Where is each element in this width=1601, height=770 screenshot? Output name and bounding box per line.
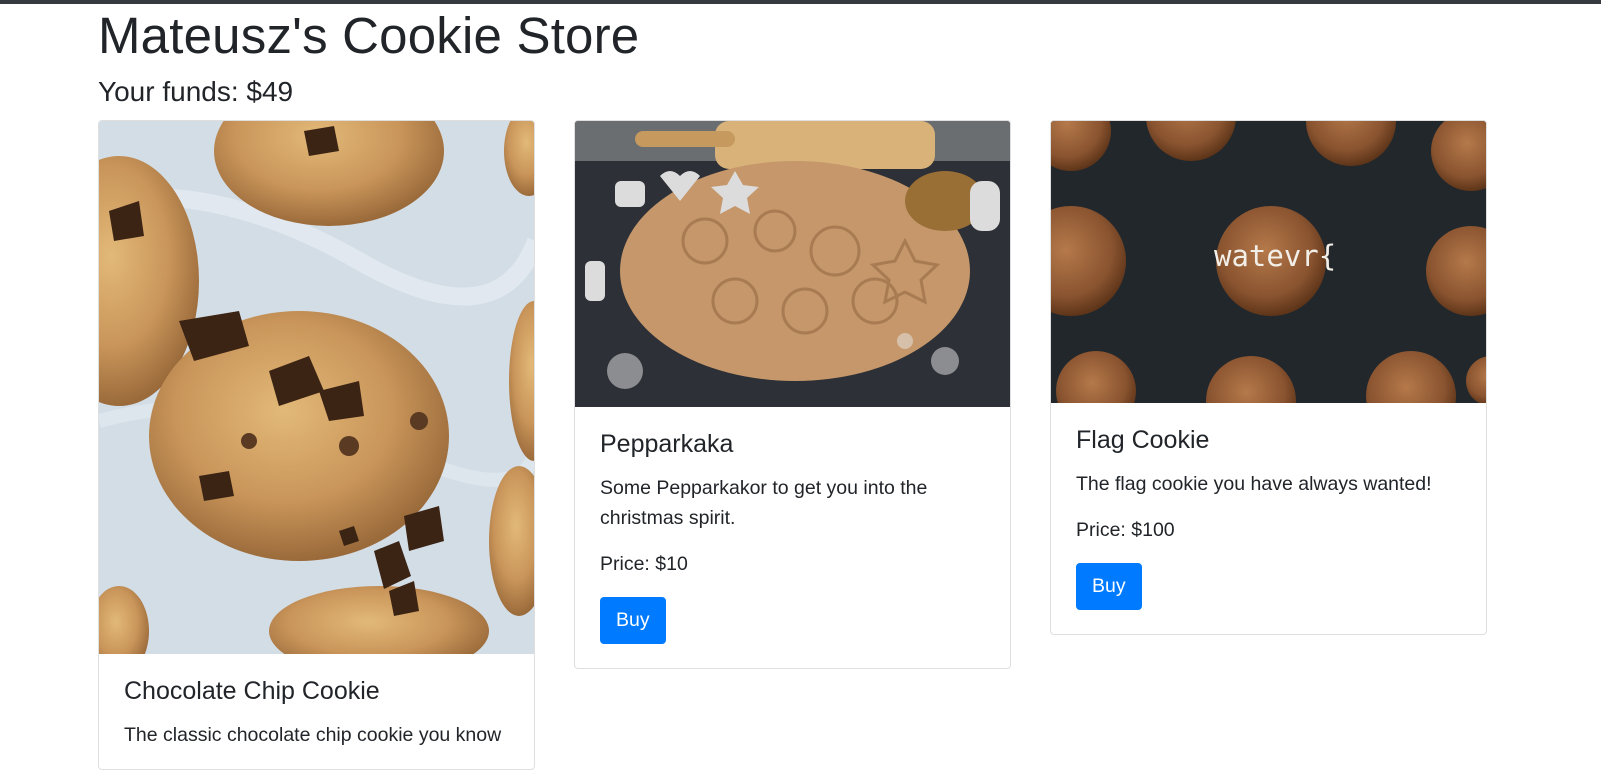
card-body: Chocolate Chip Cookie The classic chocol… [99,654,534,769]
page-title: Mateusz's Cookie Store [98,7,640,64]
funds-display: Your funds: $49 [98,76,294,107]
product-card-pepparkaka: Pepparkaka Some Pepparkakor to get you i… [574,120,1011,669]
flag-cookie-image: watevr{ [1051,121,1486,403]
product-description: The classic chocolate chip cookie you kn… [124,724,502,746]
product-title: Flag Cookie [1076,426,1210,454]
product-description: The flag cookie you have always wanted! [1076,473,1432,495]
product-title: Pepparkaka [600,430,734,458]
card-body: Flag Cookie The flag cookie you have alw… [1051,403,1486,634]
buy-button-pepparkaka[interactable]: Buy [600,597,666,644]
product-title: Chocolate Chip Cookie [124,677,380,705]
card-body: Pepparkaka Some Pepparkakor to get you i… [575,407,1010,668]
product-price: Price: $10 [600,553,688,575]
buy-button-flag-cookie[interactable]: Buy [1076,563,1142,610]
pepparkaka-image [575,121,1010,407]
chocolate-chip-cookie-image [99,121,534,654]
product-price: Price: $100 [1076,519,1175,541]
flag-cookie-overlay-text: watevr{ [1214,239,1337,273]
product-card-chocolate-chip: Chocolate Chip Cookie The classic chocol… [98,120,535,770]
top-border [0,0,1601,4]
product-description: Some Pepparkakor to get you into the chr… [600,477,928,529]
product-card-flag-cookie: watevr{ Flag Cookie The flag cookie you … [1050,120,1487,635]
